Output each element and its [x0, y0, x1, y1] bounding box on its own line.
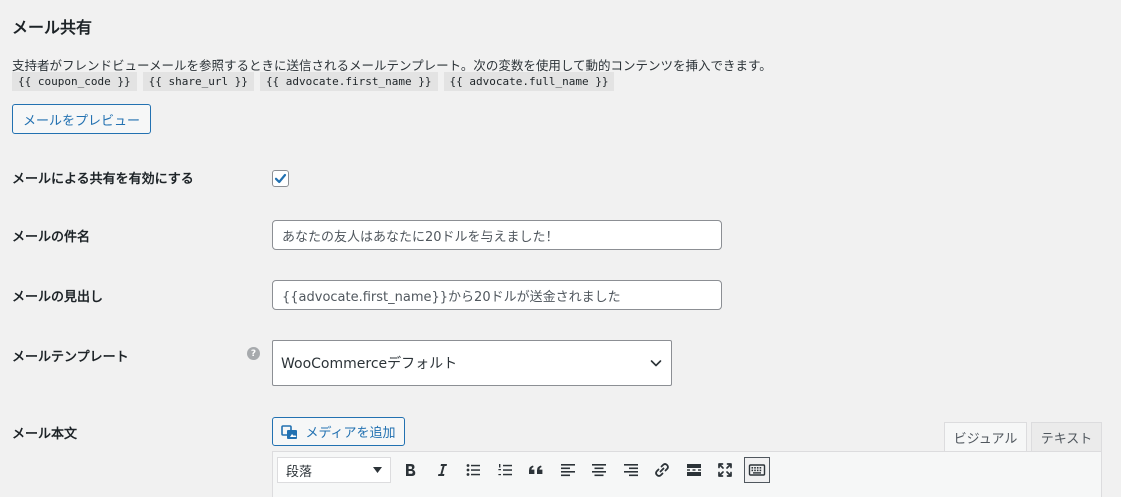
fullscreen-button[interactable]	[712, 457, 738, 483]
preview-email-button[interactable]: メールをプレビュー	[12, 104, 151, 134]
variable-advocate-full-name: {{ advocate.full_name }}	[443, 72, 615, 91]
fullscreen-icon	[718, 463, 732, 477]
editor-toolbar: 段落	[277, 457, 775, 483]
variable-advocate-first-name: {{ advocate.first_name }}	[259, 72, 438, 91]
toolbar-toggle-button[interactable]	[743, 457, 770, 483]
add-media-button[interactable]: メディアを追加	[272, 417, 405, 446]
template-select[interactable]: WooCommerceデフォルト	[272, 340, 672, 386]
numbered-list-button[interactable]	[492, 457, 518, 483]
keyboard-icon	[748, 464, 765, 476]
align-center-button[interactable]	[586, 457, 612, 483]
read-more-button[interactable]	[681, 457, 707, 483]
chevron-down-icon	[650, 360, 662, 367]
align-center-icon	[592, 464, 606, 477]
enable-sharing-checkbox[interactable]	[272, 170, 289, 187]
align-right-icon	[623, 464, 638, 477]
blockquote-icon	[529, 465, 543, 474]
read-more-icon	[686, 464, 701, 476]
tab-text[interactable]: テキスト	[1031, 422, 1102, 452]
checkmark-icon	[274, 173, 287, 184]
italic-icon	[437, 464, 447, 476]
bold-icon	[406, 464, 416, 476]
media-icon	[281, 424, 298, 439]
tab-visual[interactable]: ビジュアル	[944, 422, 1027, 452]
bullet-list-icon	[466, 464, 480, 476]
help-icon[interactable]: ?	[247, 347, 260, 360]
variable-coupon-code: {{ coupon_code }}	[12, 72, 137, 91]
subject-label: メールの件名	[12, 230, 91, 245]
link-button[interactable]	[649, 457, 675, 483]
variable-share-url: {{ share_url }}	[142, 72, 254, 91]
heading-input[interactable]: {{advocate.first_name}}から20ドルが送金されました	[272, 280, 722, 310]
template-label: メールテンプレート	[12, 350, 129, 365]
align-right-button[interactable]	[618, 457, 644, 483]
caret-down-icon	[373, 467, 382, 473]
variable-list: {{ coupon_code }} {{ share_url }} {{ adv…	[12, 72, 615, 91]
add-media-label: メディアを追加	[305, 426, 396, 441]
body-label: メール本文	[12, 427, 78, 442]
italic-button[interactable]	[429, 457, 455, 483]
subject-input[interactable]: あなたの友人はあなたに20ドルを与えました！	[272, 220, 722, 250]
blockquote-button[interactable]	[523, 457, 549, 483]
align-left-icon	[560, 464, 575, 477]
enable-sharing-label: メールによる共有を有効にする	[12, 172, 194, 187]
template-select-value: WooCommerceデフォルト	[281, 356, 458, 372]
format-select-value: 段落	[286, 464, 313, 480]
align-left-button[interactable]	[555, 457, 581, 483]
bold-button[interactable]	[397, 457, 423, 483]
bullet-list-button[interactable]	[460, 457, 486, 483]
numbered-list-icon	[497, 464, 512, 476]
link-icon	[655, 463, 669, 477]
heading-label: メールの見出し	[12, 290, 104, 305]
section-title: メール共有	[12, 18, 93, 37]
format-select[interactable]: 段落	[277, 457, 391, 483]
